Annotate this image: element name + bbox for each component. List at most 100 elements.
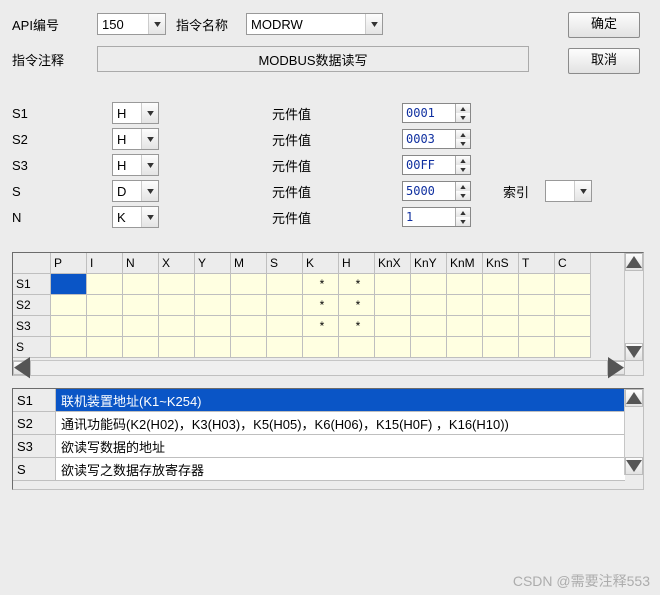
instruction-name-input[interactable]: [247, 14, 365, 34]
grid-cell[interactable]: [447, 316, 483, 337]
desc-row-header[interactable]: S3: [13, 435, 56, 458]
param-type-combo[interactable]: [112, 154, 159, 176]
grid-cell[interactable]: [555, 316, 591, 337]
ok-button[interactable]: 确定: [568, 12, 640, 38]
grid-cell[interactable]: [267, 295, 303, 316]
scroll-right-icon[interactable]: [607, 361, 625, 375]
grid-col-header[interactable]: H: [339, 253, 375, 274]
param-type-input[interactable]: [113, 129, 141, 149]
param-type-input[interactable]: [113, 207, 141, 227]
chevron-down-icon[interactable]: [148, 14, 165, 34]
grid-cell[interactable]: [123, 316, 159, 337]
grid-cell[interactable]: [123, 274, 159, 295]
grid-col-header[interactable]: M: [231, 253, 267, 274]
index-combo[interactable]: [545, 180, 592, 202]
desc-row-header[interactable]: S: [13, 458, 56, 481]
grid-cell[interactable]: [375, 274, 411, 295]
param-type-combo[interactable]: [112, 180, 159, 202]
grid-row-header[interactable]: S3: [13, 316, 51, 337]
spin-down-icon[interactable]: [456, 113, 470, 122]
grid-col-header[interactable]: S: [267, 253, 303, 274]
grid-cell[interactable]: [375, 316, 411, 337]
grid-row-header[interactable]: S: [13, 337, 51, 358]
grid-cell[interactable]: [231, 295, 267, 316]
spin-up-icon[interactable]: [456, 104, 470, 113]
chevron-down-icon[interactable]: [141, 207, 158, 227]
grid-cell[interactable]: [447, 337, 483, 358]
grid-col-header[interactable]: X: [159, 253, 195, 274]
grid-cell[interactable]: [195, 295, 231, 316]
grid-vscrollbar[interactable]: [624, 253, 643, 361]
grid-cell[interactable]: [483, 295, 519, 316]
grid-cell[interactable]: [51, 337, 87, 358]
grid-cell[interactable]: [411, 274, 447, 295]
api-number-input[interactable]: [98, 14, 148, 34]
grid-cell[interactable]: [159, 274, 195, 295]
grid-cell[interactable]: [411, 316, 447, 337]
grid-row-header[interactable]: S2: [13, 295, 51, 316]
spin-down-icon[interactable]: [456, 191, 470, 200]
grid-cell[interactable]: [555, 295, 591, 316]
grid-cell[interactable]: [51, 274, 87, 295]
param-value-input[interactable]: [403, 208, 455, 226]
grid-cell[interactable]: [555, 274, 591, 295]
grid-cell[interactable]: [339, 337, 375, 358]
grid-col-header[interactable]: P: [51, 253, 87, 274]
desc-cell[interactable]: 通讯功能码(K2(H02)，K3(H03)，K5(H05)，K6(H06)，K1…: [56, 412, 625, 435]
grid-cell[interactable]: [519, 337, 555, 358]
param-type-combo[interactable]: [112, 206, 159, 228]
grid-cell[interactable]: [555, 337, 591, 358]
scroll-up-icon[interactable]: [625, 253, 643, 271]
param-value-spinner[interactable]: [402, 103, 471, 123]
desc-cell[interactable]: 欲读写之数据存放寄存器: [56, 458, 625, 481]
grid-cell[interactable]: [87, 295, 123, 316]
chevron-down-icon[interactable]: [141, 181, 158, 201]
grid-cell[interactable]: [231, 274, 267, 295]
grid-cell[interactable]: [267, 274, 303, 295]
scroll-left-icon[interactable]: [13, 361, 31, 375]
param-value-spinner[interactable]: [402, 181, 471, 201]
param-value-input[interactable]: [403, 104, 455, 122]
grid-col-header[interactable]: T: [519, 253, 555, 274]
grid-cell[interactable]: [303, 337, 339, 358]
param-value-input[interactable]: [403, 182, 455, 200]
instruction-name-combo[interactable]: [246, 13, 383, 35]
grid-cell[interactable]: [195, 274, 231, 295]
desc-cell[interactable]: 欲读写数据的地址: [56, 435, 625, 458]
grid-cell[interactable]: [483, 316, 519, 337]
grid-cell[interactable]: [123, 295, 159, 316]
grid-col-header[interactable]: N: [123, 253, 159, 274]
param-value-spinner[interactable]: [402, 155, 471, 175]
chevron-down-icon[interactable]: [141, 103, 158, 123]
scroll-up-icon[interactable]: [625, 389, 643, 407]
grid-hscrollbar[interactable]: [13, 360, 625, 375]
api-number-combo[interactable]: [97, 13, 166, 35]
grid-col-header[interactable]: KnX: [375, 253, 411, 274]
desc-row-header[interactable]: S1: [13, 389, 56, 412]
grid-cell[interactable]: [123, 337, 159, 358]
grid-cell[interactable]: [375, 295, 411, 316]
grid-cell[interactable]: *: [303, 316, 339, 337]
grid-cell[interactable]: [51, 316, 87, 337]
param-type-combo[interactable]: [112, 102, 159, 124]
index-input[interactable]: [546, 181, 574, 201]
param-value-input[interactable]: [403, 130, 455, 148]
grid-cell[interactable]: [231, 337, 267, 358]
desc-row-header[interactable]: S2: [13, 412, 56, 435]
grid-cell[interactable]: *: [303, 274, 339, 295]
grid-cell[interactable]: *: [339, 274, 375, 295]
grid-cell[interactable]: [195, 316, 231, 337]
spin-up-icon[interactable]: [456, 182, 470, 191]
chevron-down-icon[interactable]: [141, 129, 158, 149]
grid-cell[interactable]: [267, 316, 303, 337]
grid-cell[interactable]: [411, 295, 447, 316]
grid-cell[interactable]: [51, 295, 87, 316]
cancel-button[interactable]: 取消: [568, 48, 640, 74]
grid-cell[interactable]: [87, 274, 123, 295]
param-value-spinner[interactable]: [402, 129, 471, 149]
grid-cell[interactable]: [375, 337, 411, 358]
grid-col-header[interactable]: Y: [195, 253, 231, 274]
spin-up-icon[interactable]: [456, 208, 470, 217]
grid-col-header[interactable]: C: [555, 253, 591, 274]
chevron-down-icon[interactable]: [365, 14, 382, 34]
